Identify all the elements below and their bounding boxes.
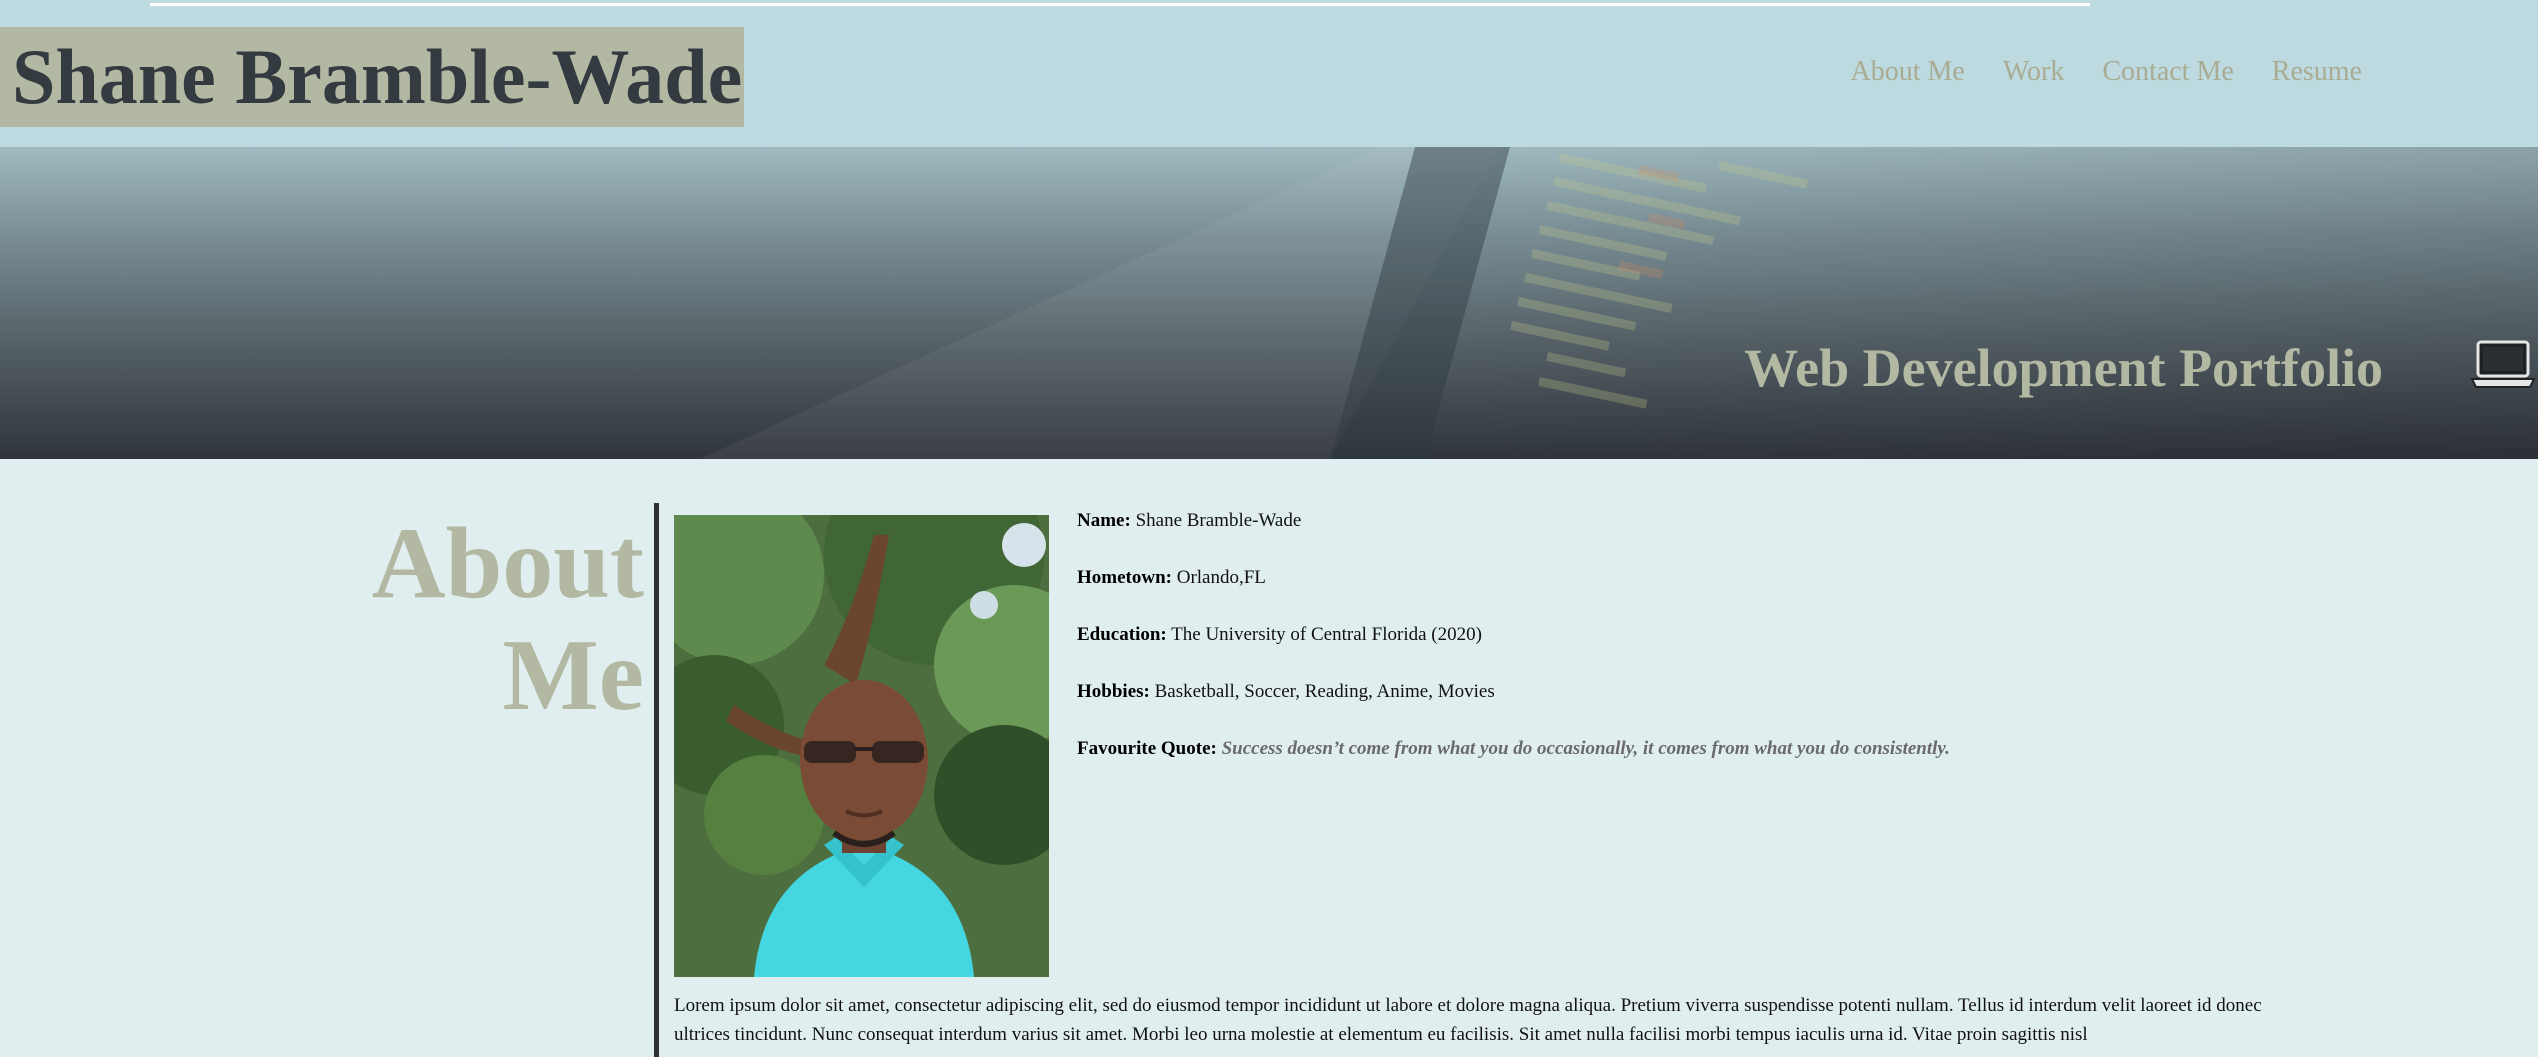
nav-about-me[interactable]: About Me xyxy=(1851,56,1965,88)
main-nav: About Me Work Contact Me Resume xyxy=(1851,56,2362,88)
site-brand[interactable]: Shane Bramble-Wade xyxy=(0,27,744,127)
about-details: Name: Shane Bramble-Wade Hometown: Orlan… xyxy=(1077,509,2377,794)
detail-hometown: Hometown: Orlando,FL xyxy=(1077,566,2377,589)
detail-hobbies: Hobbies: Basketball, Soccer, Reading, An… xyxy=(1077,680,2377,703)
hero-title: Web Development Portfolio xyxy=(1744,338,2383,398)
top-rule xyxy=(150,3,2090,6)
name-value: Shane Bramble-Wade xyxy=(1135,510,1302,531)
about-heading-line1: About xyxy=(371,507,644,620)
name-label: Name: xyxy=(1077,510,1131,531)
profile-photo xyxy=(674,515,1049,977)
hobbies-value: Basketball, Soccer, Reading, Anime, Movi… xyxy=(1154,681,1495,702)
about-heading: About Me xyxy=(244,508,644,732)
detail-quote: Favourite Quote: Success doesn’t come fr… xyxy=(1077,737,2377,760)
quote-label: Favourite Quote: xyxy=(1077,738,1217,759)
nav-resume[interactable]: Resume xyxy=(2272,56,2362,88)
hometown-label: Hometown: xyxy=(1077,567,1172,588)
about-heading-line2: Me xyxy=(502,619,644,732)
hometown-value: Orlando,FL xyxy=(1176,567,1266,588)
hero-background-image xyxy=(700,147,2538,459)
detail-name: Name: Shane Bramble-Wade xyxy=(1077,509,2377,532)
education-value: The University of Central Florida (2020) xyxy=(1171,624,1482,645)
site-header: Shane Bramble-Wade About Me Work Contact… xyxy=(0,8,2538,147)
top-strip xyxy=(0,0,2538,8)
nav-work[interactable]: Work xyxy=(2003,56,2065,88)
detail-education: Education: The University of Central Flo… xyxy=(1077,623,2377,646)
bio-paragraph: Lorem ipsum dolor sit amet, consectetur … xyxy=(674,995,2262,1045)
hobbies-label: Hobbies: xyxy=(1077,681,1150,702)
section-divider xyxy=(654,503,659,1057)
quote-value: Success doesn’t come from what you do oc… xyxy=(1221,738,1950,759)
hero-banner: Web Development Portfolio xyxy=(0,147,2538,459)
education-label: Education: xyxy=(1077,624,1167,645)
nav-contact-me[interactable]: Contact Me xyxy=(2102,56,2233,88)
